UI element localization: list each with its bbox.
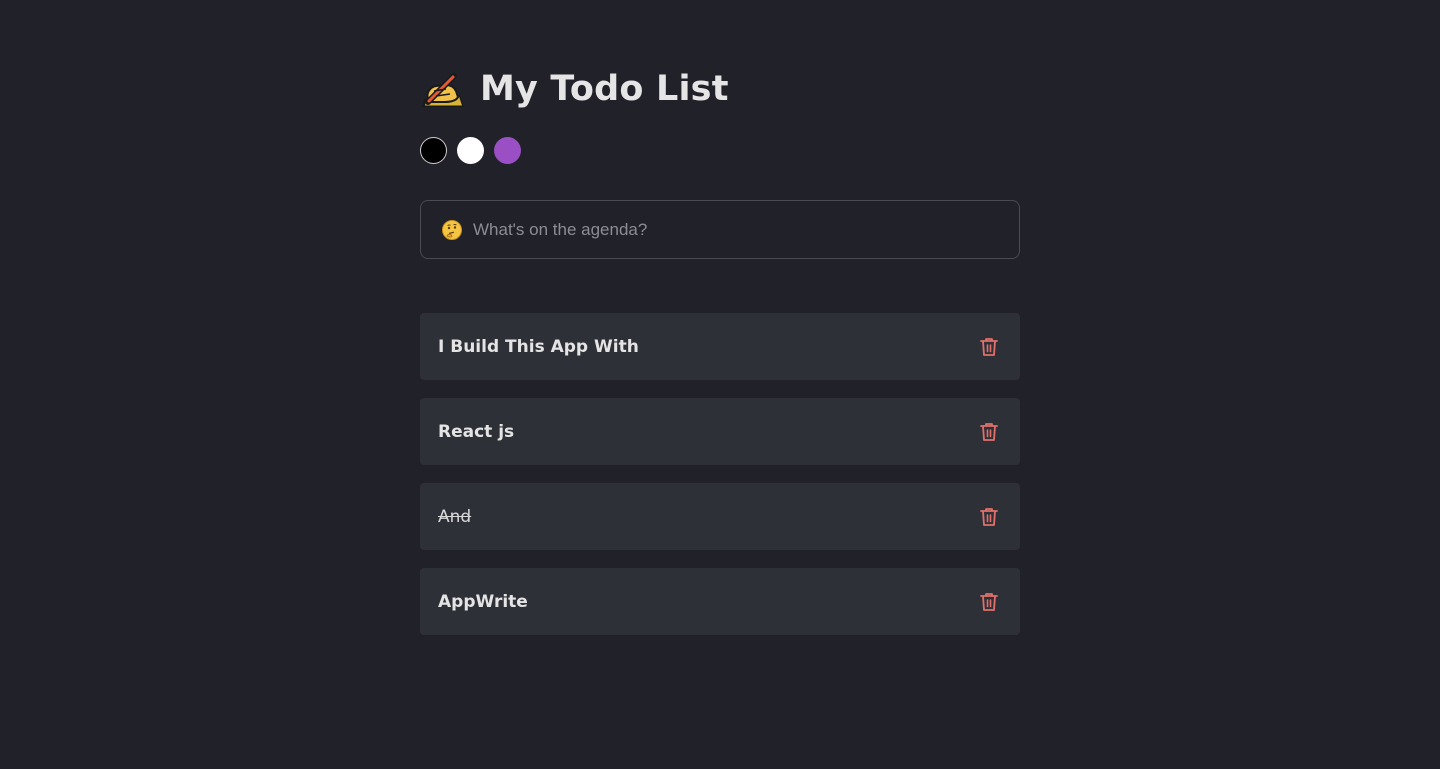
trash-icon [980,422,998,441]
delete-button[interactable] [978,336,1000,358]
delete-button[interactable] [978,591,1000,613]
trash-icon [980,592,998,611]
white-theme-button[interactable] [457,137,484,164]
todo-input-container [420,200,1020,259]
trash-icon [980,337,998,356]
thinking-face-icon [441,219,463,241]
todo-item[interactable]: React js [420,398,1020,465]
trash-icon [980,507,998,526]
writing-hand-icon [420,69,466,109]
black-theme-button[interactable] [420,137,447,164]
todo-input[interactable] [471,200,1019,259]
todo-item-completed[interactable]: And [420,483,1020,550]
todo-item-text[interactable]: React js [438,422,514,442]
theme-switcher [420,137,521,164]
purple-theme-button[interactable] [494,137,521,164]
todo-item[interactable]: AppWrite [420,568,1020,635]
todo-item-text[interactable]: I Build This App With [438,337,639,357]
todo-item[interactable]: I Build This App With [420,313,1020,380]
todo-list: I Build This App With React js And AppWr… [420,313,1020,653]
page-title: My Todo List [480,69,729,109]
header: My Todo List [420,66,729,112]
delete-button[interactable] [978,506,1000,528]
todo-item-text[interactable]: AppWrite [438,592,528,612]
todo-item-text[interactable]: And [438,507,471,527]
delete-button[interactable] [978,421,1000,443]
